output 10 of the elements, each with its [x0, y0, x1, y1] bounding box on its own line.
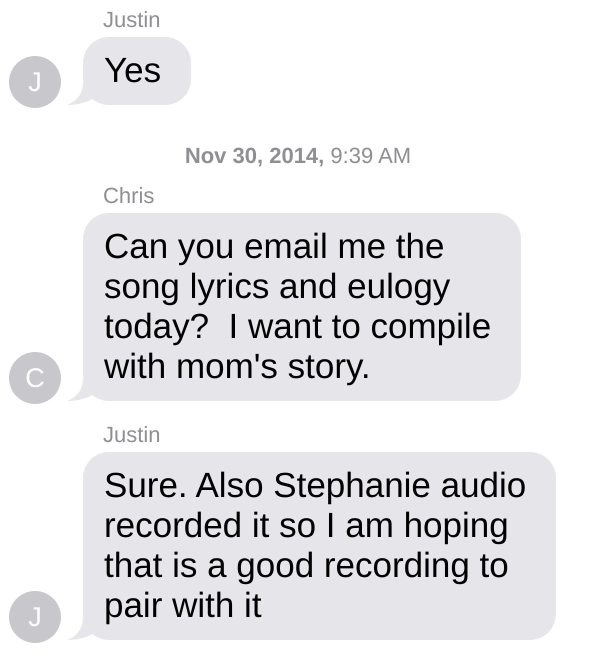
message-bubble: Yes: [83, 37, 192, 105]
message-bubble: Sure. Also Stephanie audio recorded it so I am hoping that is a good recording to pair with it: [83, 452, 556, 640]
avatar[interactable]: C: [9, 352, 61, 404]
avatar[interactable]: J: [9, 56, 61, 108]
sender-name: Justin: [103, 423, 160, 447]
avatar[interactable]: J: [9, 591, 61, 643]
timestamp: Nov 30, 2014, 9:39 AM: [184, 144, 412, 168]
message-bubble: Can you email me the song lyrics and eulogy today? I want to compile with mom's story.: [83, 213, 522, 401]
sender-name: Chris: [103, 184, 154, 208]
sender-name: Justin: [103, 8, 160, 32]
